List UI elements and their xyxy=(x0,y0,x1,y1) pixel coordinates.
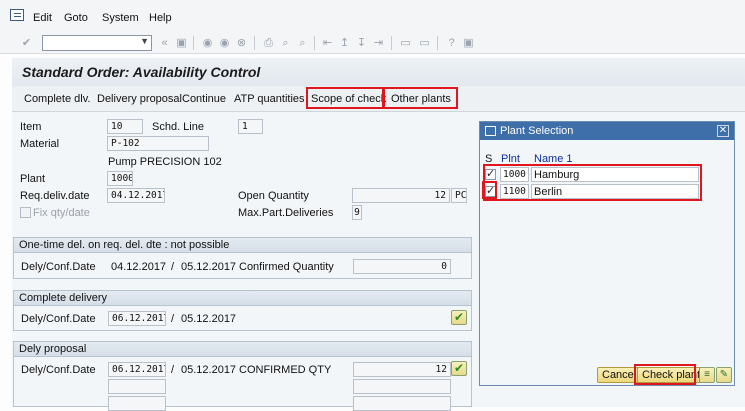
complete-delivery-title: Complete delivery xyxy=(14,291,471,306)
plant-selection-dialog: Plant Selection ✕ S Plnt Name 1 1000 Ham… xyxy=(479,121,735,386)
shortcut-icon[interactable]: ▭ xyxy=(418,37,431,49)
edit-list-icon[interactable]: ✎ xyxy=(716,367,732,383)
menu-icon[interactable] xyxy=(10,9,24,21)
schd-line-label: Schd. Line xyxy=(152,121,204,133)
one-time-date-1: 04.12.2017 xyxy=(111,261,167,273)
date-separator: / xyxy=(171,313,175,325)
complete-delivery-button[interactable]: Complete dlv. xyxy=(24,93,90,105)
open-quantity-unit: PC xyxy=(451,188,467,203)
fix-qty-date-label: Fix qty/date xyxy=(33,207,90,219)
cancel-icon[interactable]: ⊗ xyxy=(235,37,248,49)
standard-toolbar: ✔ ▼ « ▣ ◉ ◉ ⊗ ⎙ ⌕ ⌕ ⇤ ↥ ↧ ⇥ ▭ ▭ ? ▣ xyxy=(0,32,745,54)
confirm-complete-delivery-button[interactable] xyxy=(451,310,467,325)
plant-rows-highlight xyxy=(483,164,702,201)
confirm-delivery-proposal-button[interactable] xyxy=(451,361,467,376)
plant-field: 1000 xyxy=(107,171,133,186)
material-label: Material xyxy=(20,138,60,150)
proposal-date-label: Dely/Conf.Date xyxy=(21,364,96,376)
toolbar-divider xyxy=(193,36,194,50)
proposal-date-empty-field xyxy=(108,379,166,394)
schd-line-field: 1 xyxy=(238,119,263,134)
proposal-date-empty-field xyxy=(108,396,166,411)
title-bar: Standard Order: Availability Control xyxy=(12,58,745,86)
complete-delivery-group: Complete delivery Dely/Conf.Date 06.12.2… xyxy=(13,290,472,331)
other-plants-highlight xyxy=(383,87,458,109)
continue-button[interactable]: Continue xyxy=(182,93,226,105)
find-next-icon[interactable]: ⌕ xyxy=(296,37,309,49)
toolbar-divider xyxy=(314,36,315,50)
plant-label: Plant xyxy=(20,173,46,185)
chevron-down-icon[interactable]: ▼ xyxy=(140,36,149,46)
toolbar-divider xyxy=(391,36,392,50)
enter-check-icon[interactable]: ✔ xyxy=(20,37,33,49)
first-page-icon[interactable]: ⇤ xyxy=(321,37,334,49)
fix-qty-date-checkbox[interactable] xyxy=(20,207,31,218)
print-icon[interactable]: ⎙ xyxy=(262,37,275,49)
find-icon[interactable]: ⌕ xyxy=(279,37,292,49)
dialog-window-icon xyxy=(485,126,496,136)
item-field: 10 xyxy=(107,119,143,134)
atp-quantities-button[interactable]: ATP quantities xyxy=(234,93,305,105)
material-field: P-102 xyxy=(107,136,209,151)
application-toolbar: Complete dlv. Delivery proposal Continue… xyxy=(12,86,745,112)
req-deliv-date-field: 04.12.2017 xyxy=(107,188,165,203)
proposal-qty-empty-field xyxy=(353,379,451,394)
checkbox-highlight xyxy=(482,181,497,199)
delivery-proposal-title: Dely proposal xyxy=(14,342,471,357)
toolbar-divider xyxy=(437,36,438,50)
menu-goto[interactable]: Goto xyxy=(64,12,88,24)
complete-date-2: 05.12.2017 xyxy=(181,313,237,325)
proposal-date-1-field: 06.12.2017 xyxy=(108,362,166,377)
dialog-title: Plant Selection xyxy=(500,125,574,137)
max-part-deliveries-label: Max.Part.Deliveries xyxy=(238,207,334,219)
scope-of-check-highlight xyxy=(306,87,384,109)
one-time-delivery-title: One-time del. on req. del. dte : not pos… xyxy=(14,238,471,253)
open-quantity-field: 12 xyxy=(352,188,450,203)
export-list-icon[interactable]: ≡ xyxy=(699,367,715,383)
close-icon[interactable]: ✕ xyxy=(717,125,729,137)
max-part-deliveries-field: 9 xyxy=(352,205,362,220)
delivery-proposal-group: Dely proposal Dely/Conf.Date 06.12.2017 … xyxy=(13,341,472,411)
next-page-icon[interactable]: ↧ xyxy=(355,37,368,49)
one-time-date-label: Dely/Conf.Date xyxy=(21,261,96,273)
proposal-qty-empty-field xyxy=(353,396,451,411)
back-icon[interactable]: ◉ xyxy=(201,37,214,49)
date-separator: / xyxy=(171,364,175,376)
save-icon[interactable]: ▣ xyxy=(175,37,188,49)
new-session-icon[interactable]: ▭ xyxy=(399,37,412,49)
dialog-title-bar: Plant Selection ✕ xyxy=(480,122,734,140)
material-description: Pump PRECISION 102 xyxy=(108,156,222,168)
confirmed-quantity-field: 0 xyxy=(353,259,451,274)
confirmed-quantity-label: Confirmed Quantity xyxy=(239,261,334,273)
menu-system[interactable]: System xyxy=(102,12,139,24)
delivery-proposal-button[interactable]: Delivery proposal xyxy=(97,93,182,105)
menu-bar: Edit Goto System Help xyxy=(0,0,745,34)
collapse-icon[interactable]: « xyxy=(158,37,171,49)
proposal-date-2: 05.12.2017 xyxy=(181,364,237,376)
req-deliv-date-label: Req.deliv.date xyxy=(20,190,90,202)
date-separator: / xyxy=(171,261,175,273)
complete-date-1-field: 06.12.2017 xyxy=(108,311,166,326)
item-label: Item xyxy=(20,121,42,133)
page-title: Standard Order: Availability Control xyxy=(22,64,261,80)
one-time-date-2: 05.12.2017 xyxy=(181,261,237,273)
proposal-confirmed-qty-field: 12 xyxy=(353,362,451,377)
open-quantity-label: Open Quantity xyxy=(238,190,309,202)
one-time-delivery-group: One-time del. on req. del. dte : not pos… xyxy=(13,237,472,279)
exit-icon[interactable]: ◉ xyxy=(218,37,231,49)
help-icon[interactable]: ? xyxy=(445,37,458,49)
last-page-icon[interactable]: ⇥ xyxy=(372,37,385,49)
complete-date-label: Dely/Conf.Date xyxy=(21,313,96,325)
toolbar-divider xyxy=(254,36,255,50)
menu-edit[interactable]: Edit xyxy=(33,12,52,24)
previous-page-icon[interactable]: ↥ xyxy=(338,37,351,49)
check-plant-highlight xyxy=(634,364,696,385)
menu-help[interactable]: Help xyxy=(149,12,172,24)
proposal-confirmed-qty-label: CONFIRMED QTY xyxy=(239,364,332,376)
command-field[interactable]: ▼ xyxy=(42,35,152,51)
layout-menu-icon[interactable]: ▣ xyxy=(462,37,475,49)
